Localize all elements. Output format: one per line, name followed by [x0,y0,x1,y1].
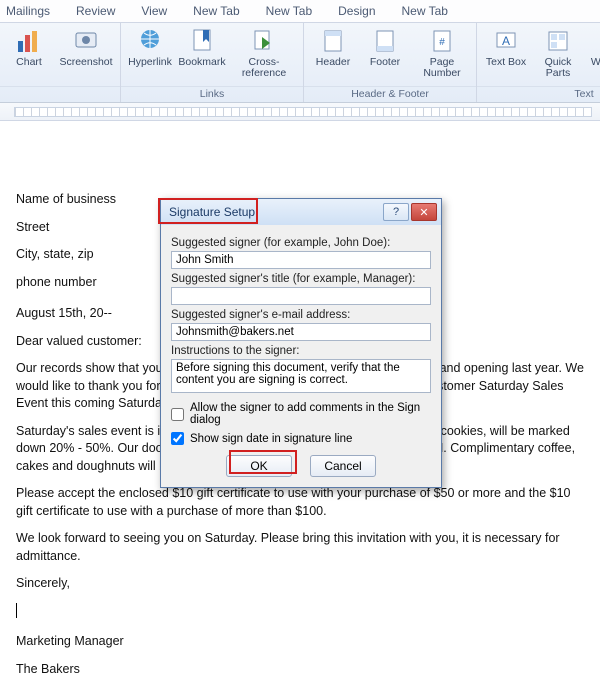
help-button[interactable]: ? [383,203,409,221]
btn-text-box[interactable]: A Text Box [483,27,529,68]
btn-wordart[interactable]: A WordArt [587,27,600,68]
show-date-checkbox[interactable] [171,432,184,445]
btn-page-number[interactable]: # Page Number [414,27,470,79]
group-links-label: Links [121,86,303,102]
btn-cross-reference[interactable]: Cross-reference [231,27,297,79]
btn-footer[interactable]: Footer [362,27,408,68]
signer-email-input[interactable] [171,323,431,341]
tab-new-2[interactable]: New Tab [262,2,316,20]
tab-new-1[interactable]: New Tab [189,2,243,20]
textbox-icon: A [492,27,520,55]
allow-comments-row[interactable]: Allow the signer to add comments in the … [171,402,431,426]
svg-text:A: A [502,34,510,48]
hyperlink-icon [136,27,164,55]
horizontal-ruler[interactable] [0,103,600,121]
sig-line-1: Marketing Manager [16,633,584,651]
letter-para-4: We look forward to seeing you on Saturda… [16,530,584,565]
bookmark-icon [188,27,216,55]
tab-design[interactable]: Design [334,2,379,20]
ribbon-tab-strip: Mailings Review View New Tab New Tab Des… [0,0,600,23]
letter-closing: Sincerely, [16,575,584,593]
group-illustrations-label [0,86,120,102]
signer-title-input[interactable] [171,287,431,305]
svg-text:#: # [439,37,445,48]
chart-icon [15,27,43,55]
dialog-title: Signature Setup [169,205,255,219]
crossref-icon [250,27,278,55]
allow-comments-checkbox[interactable] [171,408,184,421]
signer-input[interactable] [171,251,431,269]
btn-screenshot[interactable]: Screenshot [58,27,114,68]
footer-icon [371,27,399,55]
signer-label: Suggested signer (for example, John Doe)… [171,237,431,249]
btn-hyperlink[interactable]: Hyperlink [127,27,173,68]
group-text-label: Text [477,86,600,102]
header-icon [319,27,347,55]
btn-quick-parts[interactable]: Quick Parts [535,27,581,79]
btn-chart[interactable]: Chart [6,27,52,68]
cancel-button[interactable]: Cancel [310,455,376,477]
screenshot-icon [72,27,100,55]
text-cursor [16,603,17,618]
signer-title-label: Suggested signer's title (for example, M… [171,273,431,285]
ok-button[interactable]: OK [226,455,292,477]
instructions-label: Instructions to the signer: [171,345,431,357]
btn-header[interactable]: Header [310,27,356,68]
close-button[interactable]: ✕ [411,203,437,221]
btn-bookmark[interactable]: Bookmark [179,27,225,68]
page-number-icon: # [428,27,456,55]
wordart-icon: A [596,27,600,55]
tab-view[interactable]: View [137,2,171,20]
letter-para-3: Please accept the enclosed $10 gift cert… [16,485,584,520]
dialog-titlebar[interactable]: Signature Setup ? ✕ [161,199,441,225]
quickparts-icon [544,27,572,55]
instructions-textarea[interactable] [171,359,431,393]
signer-email-label: Suggested signer's e-mail address: [171,309,431,321]
ribbon: Chart Screenshot Hyperlink [0,23,600,103]
signature-setup-dialog: Signature Setup ? ✕ Suggested signer (fo… [160,198,442,488]
sig-line-2: The Bakers [16,661,584,678]
show-date-row[interactable]: Show sign date in signature line [171,432,431,445]
tab-new-3[interactable]: New Tab [398,2,452,20]
tab-review[interactable]: Review [72,2,119,20]
group-hf-label: Header & Footer [304,86,476,102]
tab-mailings[interactable]: Mailings [2,2,54,20]
